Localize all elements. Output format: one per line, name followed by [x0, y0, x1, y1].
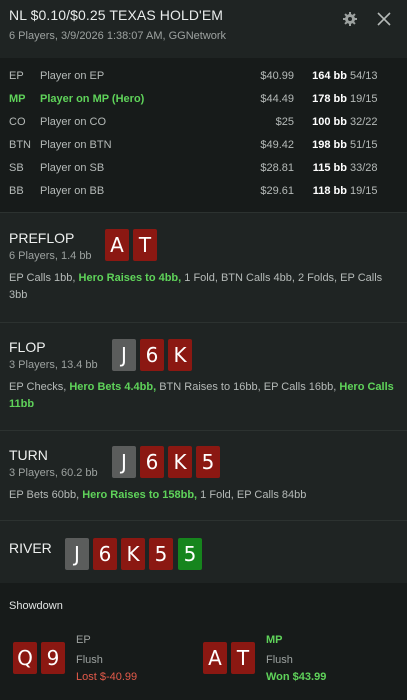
player-name: Player on CO: [40, 116, 107, 128]
board-card: 6: [140, 446, 164, 478]
player-stats: 19/15: [350, 185, 378, 197]
board-card: K: [168, 446, 192, 478]
player-position: CO: [9, 116, 26, 128]
showdown-result: Lost $-40.99: [76, 671, 138, 683]
flop-section: FLOP 3 Players, 13.4 bb J 6 K EP Checks,…: [0, 322, 407, 430]
player-row: EP Player on EP $40.99 164 bb 54/13: [0, 66, 407, 88]
player-stats: 32/22: [350, 116, 378, 128]
board-card: J: [65, 538, 89, 570]
showdown-position: MP: [266, 634, 283, 646]
shown-card: 9: [41, 642, 65, 674]
preflop-section: PREFLOP 6 Players, 1.4 bb A T EP Calls 1…: [0, 212, 407, 322]
board-card: 6: [140, 339, 164, 371]
action-text: BTN Raises to 16bb, EP Calls 16bb,: [156, 381, 340, 393]
action-text: EP Bets 60bb,: [9, 489, 83, 501]
board-card: K: [121, 538, 145, 570]
player-position: EP: [9, 70, 24, 82]
player-row: BTN Player on BTN $49.42 198 bb 51/15: [0, 135, 407, 157]
showdown-section: Showdown Q 9 EP Flush Lost $-40.99 A T M…: [0, 583, 407, 700]
street-title: TURN: [9, 447, 48, 463]
street-actions: EP Calls 1bb, Hero Raises to 4bb, 1 Fold…: [9, 270, 399, 304]
street-pot: 3 Players, 60.2 bb: [9, 467, 98, 479]
player-name: Player on BB: [40, 185, 105, 197]
player-stats: 33/28: [350, 162, 378, 174]
street-pot: 6 Players, 1.4 bb: [9, 250, 92, 262]
player-stack: $40.99: [260, 70, 294, 82]
shown-card: Q: [13, 642, 37, 674]
player-row: CO Player on CO $25 100 bb 32/22: [0, 112, 407, 134]
gear-icon[interactable]: [342, 11, 358, 27]
player-stack-bb: 178 bb: [312, 93, 347, 105]
hole-card: A: [105, 229, 129, 261]
player-position: BTN: [9, 139, 31, 151]
hand-title: NL $0.10/$0.25 TEXAS HOLD'EM: [9, 7, 224, 23]
showdown-position: EP: [76, 634, 91, 646]
action-text: EP Checks,: [9, 381, 70, 393]
board-card: 5: [196, 446, 220, 478]
player-position: MP: [9, 93, 26, 105]
player-stack-bb: 198 bb: [312, 139, 347, 151]
player-name: Player on MP (Hero): [40, 93, 145, 105]
close-icon[interactable]: [376, 11, 392, 27]
showdown-hand: Flush: [76, 654, 103, 666]
player-position: BB: [9, 185, 24, 197]
shown-card: T: [231, 642, 255, 674]
player-row-hero: MP Player on MP (Hero) $44.49 178 bb 19/…: [0, 89, 407, 111]
player-stack: $25: [275, 116, 294, 128]
player-name: Player on BTN: [40, 139, 112, 151]
street-title: FLOP: [9, 339, 46, 355]
players-table: EP Player on EP $40.99 164 bb 54/13 MP P…: [0, 58, 407, 212]
player-stack-bb: 100 bb: [312, 116, 347, 128]
street-pot: 3 Players, 13.4 bb: [9, 359, 98, 371]
board-card: 5: [149, 538, 173, 570]
player-stack: $29.61: [260, 185, 294, 197]
street-actions: EP Bets 60bb, Hero Raises to 158bb, 1 Fo…: [9, 487, 399, 504]
player-stats: 51/15: [350, 139, 378, 151]
player-stack: $44.49: [260, 93, 294, 105]
board-card: J: [112, 446, 136, 478]
board-card: K: [168, 339, 192, 371]
board-card: J: [112, 339, 136, 371]
player-stats: 19/15: [350, 93, 378, 105]
player-position: SB: [9, 162, 24, 174]
hero-action: Hero Raises to 4bb,: [78, 272, 182, 284]
hero-action: Hero Bets 4.4bb,: [69, 381, 157, 393]
player-name: Player on EP: [40, 70, 105, 82]
player-stats: 54/13: [350, 70, 378, 82]
hole-card: T: [133, 229, 157, 261]
street-title: RIVER: [9, 540, 52, 556]
board-card: 5: [178, 538, 202, 570]
board-card: 6: [93, 538, 117, 570]
player-name: Player on SB: [40, 162, 105, 174]
showdown-result: Won $43.99: [266, 671, 327, 683]
player-stack-bb: 115 bb: [312, 162, 347, 174]
street-title: PREFLOP: [9, 230, 75, 246]
river-section: RIVER J 6 K 5 5: [0, 520, 407, 583]
showdown-hand: Flush: [266, 654, 293, 666]
player-stack: $28.81: [260, 162, 294, 174]
hand-subtitle: 6 Players, 3/9/2026 1:38:07 AM, GGNetwor…: [9, 30, 227, 42]
shown-card: A: [203, 642, 227, 674]
showdown-title: Showdown: [9, 600, 63, 612]
player-row: BB Player on BB $29.61 118 bb 19/15: [0, 181, 407, 203]
street-actions: EP Checks, Hero Bets 4.4bb, BTN Raises t…: [9, 379, 399, 413]
player-stack: $49.42: [260, 139, 294, 151]
header: NL $0.10/$0.25 TEXAS HOLD'EM 6 Players, …: [0, 0, 407, 50]
turn-section: TURN 3 Players, 60.2 bb J 6 K 5 EP Bets …: [0, 430, 407, 520]
action-text: EP Calls 1bb,: [9, 272, 79, 284]
action-text: 1 Fold, EP Calls 84bb: [197, 489, 307, 501]
player-stack-bb: 118 bb: [312, 185, 347, 197]
hero-action: Hero Raises to 158bb,: [82, 489, 198, 501]
player-row: SB Player on SB $28.81 115 bb 33/28: [0, 158, 407, 180]
player-stack-bb: 164 bb: [312, 70, 347, 82]
